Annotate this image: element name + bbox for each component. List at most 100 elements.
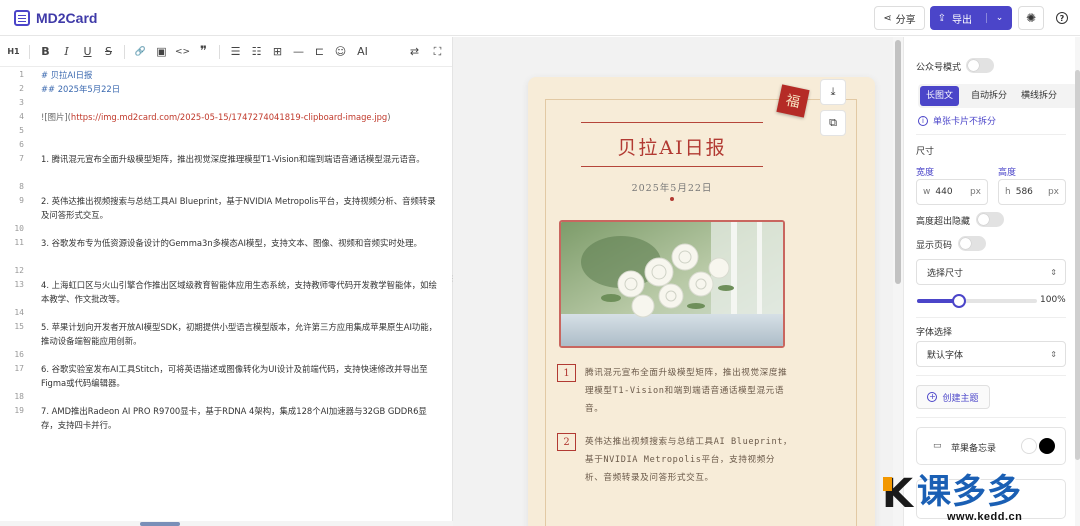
swatch-white[interactable] bbox=[1021, 438, 1037, 454]
fullscreen-icon[interactable]: ⛶ bbox=[427, 45, 448, 59]
theme-name: 苹果备忘录 bbox=[951, 444, 997, 454]
line-number: 1 bbox=[19, 70, 24, 79]
line-number: 12 bbox=[14, 266, 24, 275]
watermark-brand: 课多多 bbox=[917, 472, 1022, 512]
swatch-black[interactable] bbox=[1039, 438, 1055, 454]
code-line: 4. 上海虹口区与火山引擎合作推出区域级教育智能体应用生态系统，支持教师零代码开… bbox=[41, 280, 437, 304]
sync-scroll-icon[interactable]: ⇄ bbox=[404, 45, 425, 58]
width-field[interactable]: w 440 px bbox=[916, 179, 988, 205]
italic-button[interactable]: I bbox=[56, 45, 77, 58]
export-button[interactable]: ⇪ 导出 ⌄ bbox=[929, 6, 1012, 30]
image-syntax: ![图片]( bbox=[41, 112, 71, 122]
app-logo[interactable]: MD2Card bbox=[14, 9, 97, 26]
watermark-url: www.kedd.cn bbox=[947, 511, 1023, 523]
code-line: 2. 英伟达推出视频搜索与总结工具AI Blueprint，基于NVIDIA M… bbox=[41, 196, 436, 220]
width-prefix: w bbox=[923, 187, 931, 197]
copy-button[interactable]: ⧉ bbox=[820, 110, 846, 136]
overflow-hidden-label: 高度超出隐藏 bbox=[916, 217, 971, 227]
table-icon[interactable]: ⊞ bbox=[267, 45, 288, 58]
download-button[interactable]: ⤓ bbox=[820, 79, 846, 105]
show-page-label: 显示页码 bbox=[916, 241, 953, 251]
line-number: 9 bbox=[19, 196, 24, 205]
create-theme-label: 创建主题 bbox=[942, 393, 979, 404]
split-mode-segmented: 长图文 自动拆分 横线拆分 bbox=[918, 84, 1078, 108]
toolbar-divider bbox=[219, 44, 220, 59]
chevron-updown-icon: ⇕ bbox=[1050, 267, 1057, 277]
line-gutter: 1 2 3 4 5 6 7 8 9 10 11 12 13 14 15 16 1… bbox=[0, 68, 30, 526]
horizontal-rule-icon[interactable]: — bbox=[288, 45, 309, 58]
theme-toggle-button[interactable]: ✺ bbox=[1018, 6, 1044, 30]
item-number: 1 bbox=[557, 364, 576, 382]
code-line: # 贝拉AI日报 bbox=[41, 70, 93, 80]
chevron-down-icon[interactable]: ⌄ bbox=[986, 13, 1012, 23]
line-number: 15 bbox=[14, 322, 24, 331]
help-button[interactable]: ? bbox=[1050, 6, 1074, 30]
split-info: i 单张卡片不拆分 bbox=[918, 114, 996, 127]
panel-scrollbar-thumb[interactable] bbox=[1075, 70, 1080, 460]
bullet-list-icon[interactable]: ☰ bbox=[225, 45, 246, 58]
editor-hscrollbar[interactable] bbox=[0, 521, 453, 526]
section-divider bbox=[916, 375, 1066, 376]
wechat-mode-toggle[interactable] bbox=[966, 58, 994, 73]
ai-button[interactable]: AI bbox=[351, 45, 374, 58]
code-block-icon[interactable]: ⊏ bbox=[309, 45, 330, 58]
share-label: 分享 bbox=[895, 14, 916, 26]
code-line: 3. 谷歌发布专为低资源设备设计的Gemma3n多模态AI模型，支持文本、图像、… bbox=[41, 238, 422, 248]
zoom-slider-handle[interactable] bbox=[952, 294, 966, 308]
markdown-editor[interactable]: 1 2 3 4 5 6 7 8 9 10 11 12 13 14 15 16 1… bbox=[0, 68, 452, 526]
card-date: 2025年5月22日 bbox=[631, 183, 713, 194]
image-icon[interactable]: ▣ bbox=[151, 45, 172, 58]
app-header: MD2Card ⋖ 分享 ⇪ 导出 ⌄ ✺ ? bbox=[0, 0, 1080, 36]
underline-button[interactable]: U bbox=[77, 45, 98, 58]
emoji-icon[interactable]: ☺ bbox=[330, 45, 351, 58]
theme-option[interactable]: ▭ 苹果备忘录 bbox=[916, 427, 1066, 465]
strikethrough-button[interactable]: S bbox=[98, 45, 119, 58]
preview-scrollbar-thumb[interactable] bbox=[895, 40, 901, 284]
width-unit: px bbox=[969, 187, 981, 197]
toolbar-divider bbox=[29, 44, 30, 59]
height-prefix: h bbox=[1005, 187, 1011, 197]
code-icon[interactable]: <> bbox=[172, 47, 193, 57]
split-mode-rule[interactable]: 横线拆分 bbox=[1015, 86, 1063, 106]
line-number: 7 bbox=[19, 154, 24, 163]
line-number: 14 bbox=[14, 308, 24, 317]
ordered-list-icon[interactable]: ☷ bbox=[246, 45, 267, 58]
quote-icon[interactable]: ❞ bbox=[193, 44, 214, 59]
height-value[interactable]: 586 bbox=[1016, 187, 1033, 197]
image-syntax-close: ) bbox=[387, 112, 391, 122]
code-line: 6. 谷歌实验室发布AI工具Stitch，可将英语描述或图像转化为UI设计及前端… bbox=[41, 364, 428, 388]
line-number: 4 bbox=[19, 112, 24, 121]
share-icon: ⋖ bbox=[883, 12, 892, 24]
date-dot bbox=[670, 197, 674, 201]
link-icon[interactable]: 🔗 bbox=[130, 47, 151, 57]
code-line: 1. 腾讯混元宣布全面升级模型矩阵，推出视觉深度推理模型T1-Vision和端到… bbox=[41, 154, 425, 164]
heading-button[interactable]: H1 bbox=[3, 47, 24, 56]
zoom-slider[interactable] bbox=[917, 294, 1037, 308]
split-mode-auto[interactable]: 自动拆分 bbox=[965, 86, 1013, 106]
editor-hscrollbar-thumb[interactable] bbox=[140, 522, 180, 526]
title-rule-bottom bbox=[581, 166, 763, 167]
height-label: 高度 bbox=[998, 168, 1017, 178]
height-field[interactable]: h 586 px bbox=[998, 179, 1066, 205]
show-page-toggle[interactable] bbox=[958, 236, 986, 251]
help-icon: ? bbox=[1056, 12, 1068, 24]
code-line: ![图片](https://img.md2card.com/2025-05-15… bbox=[41, 110, 441, 124]
preview-pane: 福 贝拉AI日报 2025年5月22日 1 腾讯混元宣布全面升级模型矩阵，推出视… bbox=[453, 37, 893, 526]
info-text: 单张卡片不拆分 bbox=[933, 117, 997, 127]
info-icon: i bbox=[918, 115, 928, 126]
bold-button[interactable]: B bbox=[35, 45, 56, 58]
code-line: 5. 苹果计划向开发者开放AI模型SDK，初期提供小型语言模型版本，允许第三方应… bbox=[41, 322, 438, 346]
code-line: 7. AMD推出Radeon AI PRO R9700显卡，基于RDNA 4架构… bbox=[41, 406, 427, 430]
split-mode-long[interactable]: 长图文 bbox=[920, 86, 960, 106]
overflow-hidden-toggle[interactable] bbox=[976, 212, 1004, 227]
settings-panel: 公众号模式 长图文 自动拆分 横线拆分 i 单张卡片不拆分 尺寸 宽度 高度 w… bbox=[903, 37, 1080, 526]
card-image bbox=[559, 220, 785, 348]
zoom-percent: 100% bbox=[1040, 295, 1066, 305]
create-theme-button[interactable]: + 创建主题 bbox=[916, 385, 990, 409]
image-url: https://img.md2card.com/2025-05-15/17472… bbox=[70, 112, 388, 122]
share-button[interactable]: ⋖ 分享 bbox=[874, 6, 925, 30]
font-select[interactable]: 默认字体 ⇕ bbox=[916, 341, 1066, 367]
width-value[interactable]: 440 bbox=[935, 187, 952, 197]
size-select[interactable]: 选择尺寸 ⇕ bbox=[916, 259, 1066, 285]
line-number: 6 bbox=[19, 140, 24, 149]
